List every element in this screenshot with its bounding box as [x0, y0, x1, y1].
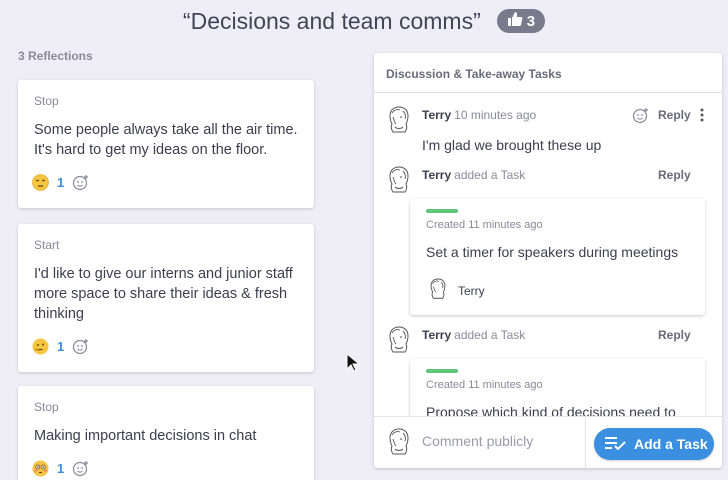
- author-name: Terry: [422, 168, 452, 182]
- reflection-prompt: Stop: [34, 400, 59, 414]
- reaction-bar: 1: [32, 460, 89, 477]
- task-created: Created 11 minutes ago: [426, 379, 543, 391]
- add-reaction-icon[interactable]: [72, 174, 89, 191]
- reflection-prompt: Stop: [34, 94, 59, 108]
- comment-author: Terry 10 minutes ago: [422, 108, 536, 122]
- composer-divider: [585, 417, 586, 468]
- add-reaction-icon[interactable]: [72, 338, 89, 355]
- vote-count: 3: [526, 12, 536, 30]
- unamused-face-icon[interactable]: [32, 174, 49, 191]
- reflections-count: 3 Reflections: [18, 49, 93, 63]
- reply-button[interactable]: Reply: [658, 328, 691, 342]
- task-card[interactable]: Created 11 minutes ago Set a timer for s…: [410, 199, 705, 315]
- reflection-text: Some people always take all the air time…: [34, 122, 298, 158]
- task-action: added a Task: [454, 168, 526, 182]
- flushed-face-icon[interactable]: [32, 460, 49, 477]
- task-owner: Terry: [458, 284, 485, 298]
- add-reaction-icon[interactable]: [632, 107, 649, 124]
- reflection-card[interactable]: Stop Making important decisions in chat …: [18, 386, 314, 480]
- task-created: Created 11 minutes ago: [426, 219, 543, 231]
- more-options-icon[interactable]: [699, 108, 705, 122]
- reply-button[interactable]: Reply: [658, 108, 691, 122]
- reflection-card[interactable]: Start I'd like to give our interns and j…: [18, 224, 314, 372]
- reaction-count: 1: [57, 175, 65, 190]
- meeting-topic-header: “Decisions and team comms” 3: [0, 6, 728, 36]
- my-avatar: [386, 427, 412, 457]
- author-name: Terry: [422, 328, 452, 342]
- discussion-title: Discussion & Take-away Tasks: [386, 67, 562, 81]
- comment-composer: Comment publicly Add a Task: [374, 417, 722, 468]
- discussion-header: Discussion & Take-away Tasks: [374, 53, 722, 93]
- mouse-pointer-icon: [346, 352, 361, 373]
- reflection-text: Making important decisions in chat: [34, 428, 257, 444]
- task-author: Terry added a Task: [422, 168, 525, 182]
- vote-count-badge[interactable]: 3: [496, 9, 546, 33]
- reaction-bar: 1: [32, 174, 89, 191]
- reflection-text: I'd like to give our interns and junior …: [34, 266, 293, 322]
- task-status-bar: [426, 369, 458, 373]
- avatar[interactable]: [386, 105, 412, 135]
- comment-timestamp: 10 minutes ago: [454, 108, 537, 122]
- comment-text: I'm glad we brought these up: [422, 137, 602, 153]
- reply-button[interactable]: Reply: [658, 168, 691, 182]
- thinking-face-icon[interactable]: [32, 338, 49, 355]
- task-owner-avatar[interactable]: [428, 277, 448, 301]
- avatar[interactable]: [386, 325, 412, 355]
- avatar[interactable]: [386, 165, 412, 195]
- author-name: Terry: [422, 108, 452, 122]
- reaction-count: 1: [57, 339, 65, 354]
- task-text: Set a timer for speakers during meetings: [426, 244, 679, 260]
- reaction-bar: 1: [32, 338, 89, 355]
- topic-title: “Decisions and team comms”: [182, 7, 481, 34]
- task-status-bar: [426, 209, 458, 213]
- reflection-prompt: Start: [34, 238, 60, 252]
- thumbs-up-icon: [507, 11, 523, 31]
- comment-input[interactable]: Comment publicly: [422, 433, 533, 449]
- task-author: Terry added a Task: [422, 328, 525, 342]
- discussion-panel: Discussion & Take-away Tasks Terry 10 min…: [374, 53, 722, 468]
- task-list-icon: [604, 435, 626, 454]
- reaction-count: 1: [57, 461, 65, 476]
- add-task-button[interactable]: Add a Task: [594, 428, 714, 460]
- add-reaction-icon[interactable]: [72, 460, 89, 477]
- reflection-card[interactable]: Stop Some people always take all the air…: [18, 80, 314, 208]
- add-task-label: Add a Task: [634, 436, 708, 452]
- task-action: added a Task: [454, 328, 526, 342]
